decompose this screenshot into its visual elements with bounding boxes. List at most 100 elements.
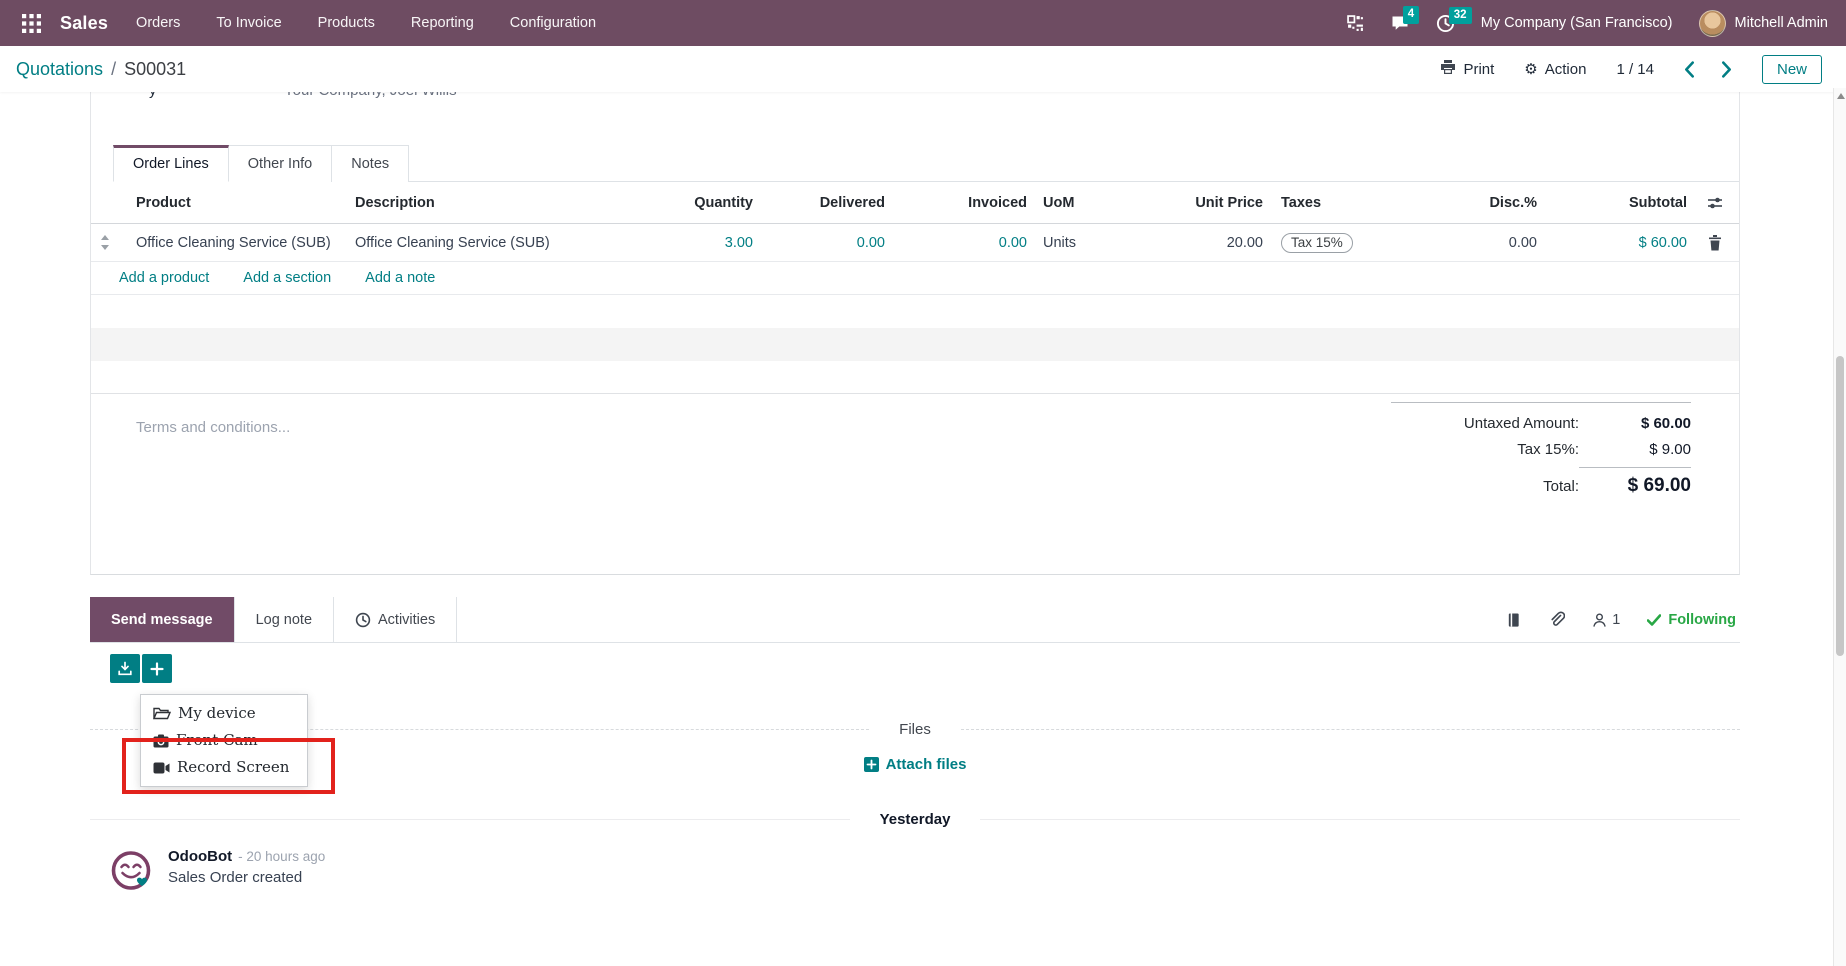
add-section-link[interactable]: Add a section — [243, 270, 331, 286]
col-disc[interactable]: Disc.% — [1389, 195, 1541, 211]
menu-item-front-cam[interactable]: Front Cam — [141, 727, 307, 754]
top-navbar: Sales Orders To Invoice Products Reporti… — [0, 0, 1846, 46]
page: Sales Orders To Invoice Products Reporti… — [0, 0, 1846, 966]
col-unit-price[interactable]: Unit Price — [1119, 195, 1267, 211]
message-author[interactable]: OdooBot — [168, 848, 232, 865]
menu-products[interactable]: Products — [318, 15, 375, 31]
col-quantity[interactable]: Quantity — [639, 195, 757, 211]
cell-subtotal: $ 60.00 — [1541, 235, 1691, 251]
pager-next-icon[interactable] — [1721, 61, 1732, 78]
user-avatar — [1699, 10, 1726, 37]
date-divider-label: Yesterday — [850, 811, 981, 828]
col-description[interactable]: Description — [351, 195, 639, 211]
attach-dropdown-menu: My device Front Cam Record Screen — [140, 694, 308, 787]
message-text: Sales Order created — [168, 869, 325, 886]
clipped-address-value[interactable]: Your Company, Joel Willis — [284, 92, 457, 99]
company-switcher[interactable]: My Company (San Francisco) — [1481, 15, 1673, 31]
table-row[interactable]: Office Cleaning Service (SUB) Office Cle… — [91, 224, 1739, 262]
send-message-button[interactable]: Send message — [90, 597, 234, 642]
clock-icon — [355, 612, 371, 628]
col-subtotal[interactable]: Subtotal — [1541, 195, 1691, 211]
paperclip-icon[interactable] — [1548, 611, 1565, 628]
pager-previous-icon[interactable] — [1684, 61, 1695, 78]
cell-description[interactable]: Office Cleaning Service (SUB) — [351, 235, 639, 251]
gear-icon: ⚙ — [1524, 62, 1537, 77]
message-timestamp: - 20 hours ago — [238, 849, 325, 864]
add-product-link[interactable]: Add a product — [119, 270, 209, 286]
breadcrumb: Quotations / S00031 — [16, 59, 186, 80]
breadcrumb-quotations[interactable]: Quotations — [16, 59, 103, 80]
total-label: Total: — [1543, 478, 1579, 495]
empty-row — [91, 295, 1739, 328]
check-icon — [1647, 614, 1661, 626]
clipped-header-row: y Your Company, Joel Willis — [91, 92, 1739, 115]
cell-quantity[interactable]: 3.00 — [639, 235, 757, 251]
main-menu: Orders To Invoice Products Reporting Con… — [136, 15, 596, 31]
log-note-button[interactable]: Log note — [234, 597, 334, 642]
messages-icon[interactable]: 4 — [1390, 13, 1410, 33]
following-toggle[interactable]: Following — [1647, 612, 1736, 628]
scrollbar-up-arrow-icon[interactable] — [1837, 93, 1845, 99]
menu-orders[interactable]: Orders — [136, 15, 180, 31]
app-name[interactable]: Sales — [60, 13, 108, 34]
col-invoiced[interactable]: Invoiced — [889, 195, 1031, 211]
untaxed-amount-value: $ 60.00 — [1579, 415, 1691, 432]
cell-disc[interactable]: 0.00 — [1389, 235, 1541, 251]
optional-columns-icon[interactable] — [1691, 196, 1739, 210]
cell-product[interactable]: Office Cleaning Service (SUB) — [119, 235, 351, 251]
menu-configuration[interactable]: Configuration — [510, 15, 596, 31]
pager-counter: 1 / 14 — [1616, 61, 1654, 78]
menu-item-record-screen[interactable]: Record Screen — [141, 754, 307, 781]
action-button[interactable]: ⚙ Action — [1524, 61, 1586, 78]
barcode-icon[interactable] — [1347, 15, 1364, 32]
delete-row-icon[interactable] — [1691, 235, 1739, 251]
sheet-footer: Terms and conditions... Untaxed Amount: … — [91, 394, 1739, 574]
chatter-message: OdooBot - 20 hours ago Sales Order creat… — [108, 848, 1740, 894]
action-label: Action — [1545, 61, 1587, 78]
cell-unit-price[interactable]: 20.00 — [1119, 235, 1267, 251]
terms-placeholder[interactable]: Terms and conditions... — [136, 419, 290, 436]
cell-invoiced[interactable]: 0.00 — [889, 235, 1031, 251]
col-uom[interactable]: UoM — [1031, 195, 1119, 211]
col-product[interactable]: Product — [119, 195, 351, 211]
print-button[interactable]: Print — [1440, 59, 1494, 79]
odoobot-avatar — [108, 848, 154, 894]
attach-files-button[interactable]: Attach files — [90, 756, 1740, 773]
scrollbar-thumb[interactable] — [1836, 356, 1844, 656]
my-device-label: My device — [178, 703, 256, 724]
tab-order-lines[interactable]: Order Lines — [113, 145, 229, 182]
new-button[interactable]: New — [1762, 55, 1822, 84]
table-header-row: Product Description Quantity Delivered I… — [91, 182, 1739, 224]
vertical-scrollbar[interactable] — [1833, 88, 1846, 966]
breadcrumb-separator: / — [111, 59, 116, 80]
user-menu[interactable]: Mitchell Admin — [1699, 10, 1828, 37]
cell-taxes[interactable]: Tax 15% — [1267, 233, 1389, 253]
attach-files-label: Attach files — [886, 756, 967, 773]
tax-label: Tax 15%: — [1517, 441, 1579, 458]
add-note-link[interactable]: Add a note — [365, 270, 435, 286]
form-sheet: y Your Company, Joel Willis Order Lines … — [90, 92, 1740, 575]
cell-uom[interactable]: Units — [1031, 235, 1119, 251]
menu-item-my-device[interactable]: My device — [141, 700, 307, 727]
tax-badge[interactable]: Tax 15% — [1281, 233, 1353, 253]
tab-other-info[interactable]: Other Info — [229, 145, 332, 182]
cell-delivered[interactable]: 0.00 — [757, 235, 889, 251]
col-delivered[interactable]: Delivered — [757, 195, 889, 211]
activities-button[interactable]: Activities — [334, 597, 457, 642]
menu-reporting[interactable]: Reporting — [411, 15, 474, 31]
folder-open-icon — [153, 706, 171, 721]
menu-to-invoice[interactable]: To Invoice — [216, 15, 281, 31]
col-taxes[interactable]: Taxes — [1267, 195, 1389, 211]
total-value: $ 69.00 — [1579, 467, 1691, 497]
attach-more-button[interactable] — [142, 654, 172, 683]
log-icon[interactable] — [1506, 612, 1521, 628]
upload-file-button[interactable] — [110, 654, 140, 683]
drag-handle-icon[interactable] — [91, 235, 119, 250]
activities-label: Activities — [378, 612, 435, 628]
plus-icon — [150, 662, 164, 676]
apps-grid-icon[interactable] — [16, 8, 46, 38]
clipped-label-fragment: y — [149, 92, 157, 99]
activities-clock-icon[interactable]: 32 — [1436, 14, 1455, 33]
followers-button[interactable]: 1 — [1592, 612, 1620, 628]
tab-notes[interactable]: Notes — [332, 145, 409, 182]
